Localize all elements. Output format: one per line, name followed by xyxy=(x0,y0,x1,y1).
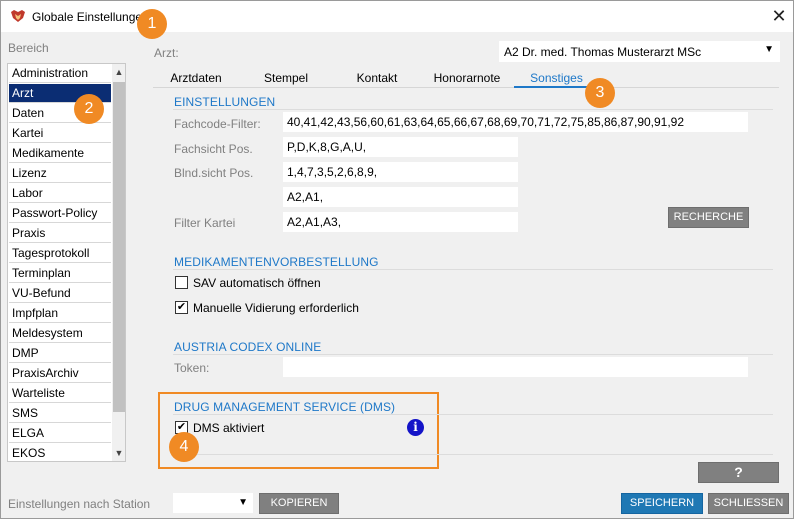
manuelle-vidierung-label: Manuelle Vidierung erforderlich xyxy=(193,301,359,315)
arzt-selected-value: A2 Dr. med. Thomas Musterarzt MSc xyxy=(504,45,702,59)
chevron-down-icon: ▼ xyxy=(764,44,774,55)
sidebar-item-praxis[interactable]: Praxis xyxy=(9,224,111,243)
sidebar-item-dmp[interactable]: DMP xyxy=(9,344,111,363)
annotation-badge-1: 1 xyxy=(137,9,167,39)
additional-pos-field[interactable]: A2,A1, xyxy=(283,187,518,207)
schliessen-button[interactable]: SCHLIESSEN xyxy=(708,493,789,514)
arzt-label: Arzt: xyxy=(154,46,179,60)
blindsicht-pos-label: Blnd.sicht Pos. xyxy=(174,166,254,180)
tab-kontakt[interactable]: Kontakt xyxy=(350,71,404,87)
section-heading-dms: DRUG MANAGEMENT SERVICE (DMS) xyxy=(174,400,396,414)
help-button[interactable]: ? xyxy=(698,462,779,483)
sidebar-item-elga[interactable]: ELGA xyxy=(9,424,111,443)
sidebar-item-tagesprotokoll[interactable]: Tagesprotokoll xyxy=(9,244,111,263)
sidebar-label: Bereich xyxy=(8,41,49,55)
scroll-down-icon[interactable]: ▼ xyxy=(112,445,125,461)
sidebar-item-vu-befund[interactable]: VU-Befund xyxy=(9,284,111,303)
tab-arztdaten[interactable]: Arztdaten xyxy=(166,71,226,87)
section-divider xyxy=(173,354,773,355)
annotation-badge-3: 3 xyxy=(585,78,615,108)
sidebar-item-warteliste[interactable]: Warteliste xyxy=(9,384,111,403)
sidebar-item-labor[interactable]: Labor xyxy=(9,184,111,203)
scroll-up-icon[interactable]: ▲ xyxy=(112,64,125,80)
info-icon[interactable]: i xyxy=(407,419,424,436)
scrollbar-thumb[interactable] xyxy=(113,82,125,412)
tab-stempel[interactable]: Stempel xyxy=(258,71,314,87)
blindsicht-pos-field[interactable]: 1,4,7,3,5,2,6,8,9, xyxy=(283,162,518,182)
speichern-button[interactable]: SPEICHERN xyxy=(621,493,703,514)
filter-kartei-label: Filter Kartei xyxy=(174,216,236,230)
sidebar-item-administration[interactable]: Administration xyxy=(9,64,111,83)
sidebar-item-medikamente[interactable]: Medikamente xyxy=(9,144,111,163)
annotation-badge-4: 4 xyxy=(169,432,199,462)
sidebar-item-impfplan[interactable]: Impfplan xyxy=(9,304,111,323)
sidebar-item-sms[interactable]: SMS xyxy=(9,404,111,423)
kopieren-button[interactable]: KOPIEREN xyxy=(259,493,339,514)
section-heading-einstellungen: EINSTELLUNGEN xyxy=(174,95,276,109)
sidebar-item-praxisarchiv[interactable]: PraxisArchiv xyxy=(9,364,111,383)
sav-automatisch-label: SAV automatisch öffnen xyxy=(193,276,321,290)
section-divider xyxy=(173,109,773,110)
fachcode-filter-label: Fachcode-Filter: xyxy=(174,117,261,131)
section-heading-medikamentenvorbestellung: MEDIKAMENTENVORBESTELLUNG xyxy=(174,255,379,269)
fachsicht-pos-field[interactable]: P,D,K,8,G,A,U, xyxy=(283,137,518,157)
station-label: Einstellungen nach Station xyxy=(8,497,151,511)
sidebar-list[interactable]: Administration Arzt Daten Kartei Medikam… xyxy=(7,63,126,462)
fachsicht-pos-label: Fachsicht Pos. xyxy=(174,142,253,156)
token-field[interactable] xyxy=(283,357,748,377)
sidebar-item-kartei[interactable]: Kartei xyxy=(9,124,111,143)
sav-automatisch-checkbox[interactable] xyxy=(175,276,188,289)
section-divider xyxy=(173,454,773,455)
sidebar-item-passwort-policy[interactable]: Passwort-Policy xyxy=(9,204,111,223)
window-title: Globale Einstellungen xyxy=(32,10,149,24)
sidebar-scrollbar[interactable]: ▲ ▼ xyxy=(112,64,125,461)
app-logo-icon xyxy=(11,10,25,22)
settings-window: Globale Einstellungen ✕ Bereich Administ… xyxy=(0,0,794,519)
section-heading-austria-codex: AUSTRIA CODEX ONLINE xyxy=(174,340,322,354)
sidebar-item-meldesystem[interactable]: Meldesystem xyxy=(9,324,111,343)
section-divider xyxy=(173,269,773,270)
manuelle-vidierung-checkbox[interactable]: ✔ xyxy=(175,301,188,314)
filter-kartei-field[interactable]: A2,A1,A3, xyxy=(283,212,518,232)
annotation-badge-2: 2 xyxy=(74,94,104,124)
sidebar-item-lizenz[interactable]: Lizenz xyxy=(9,164,111,183)
title-bar: Globale Einstellungen ✕ xyxy=(1,1,793,32)
dms-aktiviert-label: DMS aktiviert xyxy=(193,421,265,435)
close-icon[interactable]: ✕ xyxy=(767,5,791,27)
section-divider xyxy=(173,414,773,415)
chevron-down-icon: ▼ xyxy=(238,497,248,508)
recherche-button[interactable]: RECHERCHE xyxy=(668,207,749,228)
sidebar-item-terminplan[interactable]: Terminplan xyxy=(9,264,111,283)
tabs-divider xyxy=(153,87,779,88)
token-label: Token: xyxy=(174,361,210,375)
sidebar-item-ekos[interactable]: EKOS xyxy=(9,444,111,461)
arzt-dropdown[interactable]: A2 Dr. med. Thomas Musterarzt MSc ▼ xyxy=(499,41,780,62)
station-dropdown[interactable]: ▼ xyxy=(173,493,253,513)
fachcode-filter-field[interactable]: 40,41,42,43,56,60,61,63,64,65,66,67,68,6… xyxy=(283,112,748,132)
tab-honorarnote[interactable]: Honorarnote xyxy=(427,71,507,87)
